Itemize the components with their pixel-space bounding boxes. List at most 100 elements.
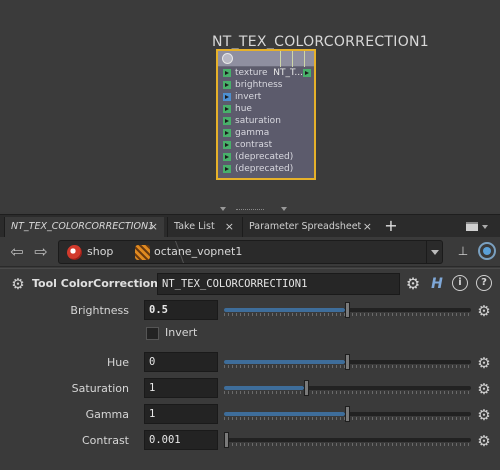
contrast-field[interactable]: 0.001: [144, 430, 218, 450]
input-port[interactable]: [223, 129, 231, 137]
saturation-label: Saturation: [71, 382, 129, 395]
slider-handle[interactable]: [224, 432, 229, 448]
input-label: texture: [235, 68, 268, 78]
pane-layout-icon[interactable]: [466, 222, 478, 231]
brightness-label: Brightness: [70, 304, 129, 317]
help-icon[interactable]: ?: [476, 275, 492, 291]
link-icon[interactable]: [478, 242, 496, 260]
node-input-deprecated[interactable]: (deprecated): [218, 163, 314, 175]
pane-split-handle[interactable]: [236, 209, 264, 213]
gamma-field[interactable]: 1: [144, 404, 218, 424]
slider-handle[interactable]: [345, 406, 350, 422]
invert-label: Invert: [165, 326, 198, 339]
path-dropdown-button[interactable]: [426, 241, 442, 263]
hue-field[interactable]: 0: [144, 352, 218, 372]
saturation-gear-icon[interactable]: ⚙: [476, 381, 492, 397]
close-tab-icon[interactable]: ×: [149, 217, 158, 237]
node-input-hue[interactable]: hue: [218, 103, 314, 115]
slider-track: [224, 438, 471, 442]
input-label: brightness: [235, 80, 283, 90]
input-port[interactable]: [223, 93, 231, 101]
input-label: invert: [235, 92, 262, 102]
contrast-gear-icon[interactable]: ⚙: [476, 433, 492, 449]
node-flag-divider: [304, 51, 305, 67]
input-port[interactable]: [223, 81, 231, 89]
gamma-gear-icon[interactable]: ⚙: [476, 407, 492, 423]
output-port[interactable]: [303, 69, 311, 77]
node-input-texture[interactable]: texture NT_T...: [218, 67, 314, 79]
path-bar: ⇦ ⇨ shop octane_vopnet1 ⊥: [0, 237, 500, 267]
pane-tab-bar: NT_TEX_COLORCORRECTION1 × Take List × Pa…: [0, 214, 500, 238]
octane-icon: [135, 245, 150, 260]
hue-slider[interactable]: [224, 354, 471, 370]
input-label: hue: [235, 104, 252, 114]
hue-label: Hue: [106, 356, 129, 369]
settings-gear-icon[interactable]: ⚙: [404, 275, 422, 293]
forward-arrow-icon[interactable]: ⇨: [32, 243, 50, 261]
slider-fill: [224, 308, 345, 312]
back-arrow-icon[interactable]: ⇦: [8, 243, 26, 261]
invert-checkbox[interactable]: [146, 327, 159, 340]
slider-ticks: [224, 391, 471, 394]
shop-icon: [67, 245, 82, 260]
breadcrumb-shop[interactable]: shop: [87, 241, 113, 263]
node-input-invert[interactable]: invert: [218, 91, 314, 103]
contrast-slider[interactable]: [224, 432, 471, 448]
node-input-gamma[interactable]: gamma: [218, 127, 314, 139]
slider-handle[interactable]: [345, 354, 350, 370]
pane-menu-arrow-icon[interactable]: [482, 225, 488, 229]
close-tab-icon[interactable]: ×: [363, 217, 372, 237]
slider-fill: [224, 386, 304, 390]
tab-label: NT_TEX_COLORCORRECTION1: [11, 221, 155, 232]
tab-parameters[interactable]: NT_TEX_COLORCORRECTION1 ×: [4, 217, 164, 238]
node-input-contrast[interactable]: contrast: [218, 139, 314, 151]
tool-type-label: Tool ColorCorrection: [32, 277, 159, 290]
collapse-up-arrow-icon[interactable]: [220, 207, 226, 211]
node-input-saturation[interactable]: saturation: [218, 115, 314, 127]
brightness-field[interactable]: 0.5: [144, 300, 218, 320]
breadcrumb: shop octane_vopnet1: [58, 240, 443, 264]
input-port[interactable]: [223, 153, 231, 161]
input-port[interactable]: [223, 105, 231, 113]
input-port[interactable]: [223, 165, 231, 173]
gamma-label: Gamma: [85, 408, 129, 421]
shader-icon: [222, 53, 233, 64]
hue-gear-icon[interactable]: ⚙: [476, 355, 492, 371]
input-label: (deprecated): [235, 164, 294, 174]
collapse-down-arrow-icon[interactable]: [281, 207, 287, 211]
node-flag-divider: [280, 51, 281, 67]
node-header[interactable]: [218, 51, 314, 67]
tab-parameter-spreadsheet[interactable]: Parameter Spreadsheet ×: [242, 217, 378, 238]
node-input-brightness[interactable]: brightness: [218, 79, 314, 91]
contrast-label: Contrast: [81, 434, 129, 447]
add-tab-button[interactable]: +: [383, 217, 399, 235]
brightness-gear-icon[interactable]: ⚙: [476, 303, 492, 319]
input-label: gamma: [235, 128, 270, 138]
parameter-list: Brightness 0.5 ⚙ Invert Hue 0 ⚙ Saturati…: [0, 299, 500, 470]
input-label: (deprecated): [235, 152, 294, 162]
input-label: saturation: [235, 116, 281, 126]
saturation-field[interactable]: 1: [144, 378, 218, 398]
color-correction-node[interactable]: texture NT_T... brightness invert hue sa…: [216, 49, 316, 180]
network-view[interactable]: NT_TEX_COLORCORRECTION1 texture NT_T... …: [0, 0, 500, 212]
hda-icon[interactable]: H: [428, 275, 446, 293]
input-port[interactable]: [223, 141, 231, 149]
pin-icon[interactable]: ⊥: [456, 244, 470, 258]
slider-handle[interactable]: [345, 302, 350, 318]
slider-ticks: [224, 443, 471, 446]
node-name-field[interactable]: NT_TEX_COLORCORRECTION1: [157, 273, 400, 295]
close-tab-icon[interactable]: ×: [225, 217, 234, 237]
input-port[interactable]: [223, 69, 231, 77]
brightness-slider[interactable]: [224, 302, 471, 318]
slider-handle[interactable]: [304, 380, 309, 396]
breadcrumb-octane-vopnet[interactable]: octane_vopnet1: [154, 241, 242, 263]
info-icon[interactable]: i: [452, 275, 468, 291]
gamma-slider[interactable]: [224, 406, 471, 422]
tab-take-list[interactable]: Take List ×: [167, 217, 240, 238]
input-value: NT_T...: [273, 68, 303, 78]
saturation-slider[interactable]: [224, 380, 471, 396]
node-flag-divider: [292, 51, 293, 67]
tab-label: Take List: [174, 221, 215, 232]
node-input-deprecated[interactable]: (deprecated): [218, 151, 314, 163]
input-port[interactable]: [223, 117, 231, 125]
